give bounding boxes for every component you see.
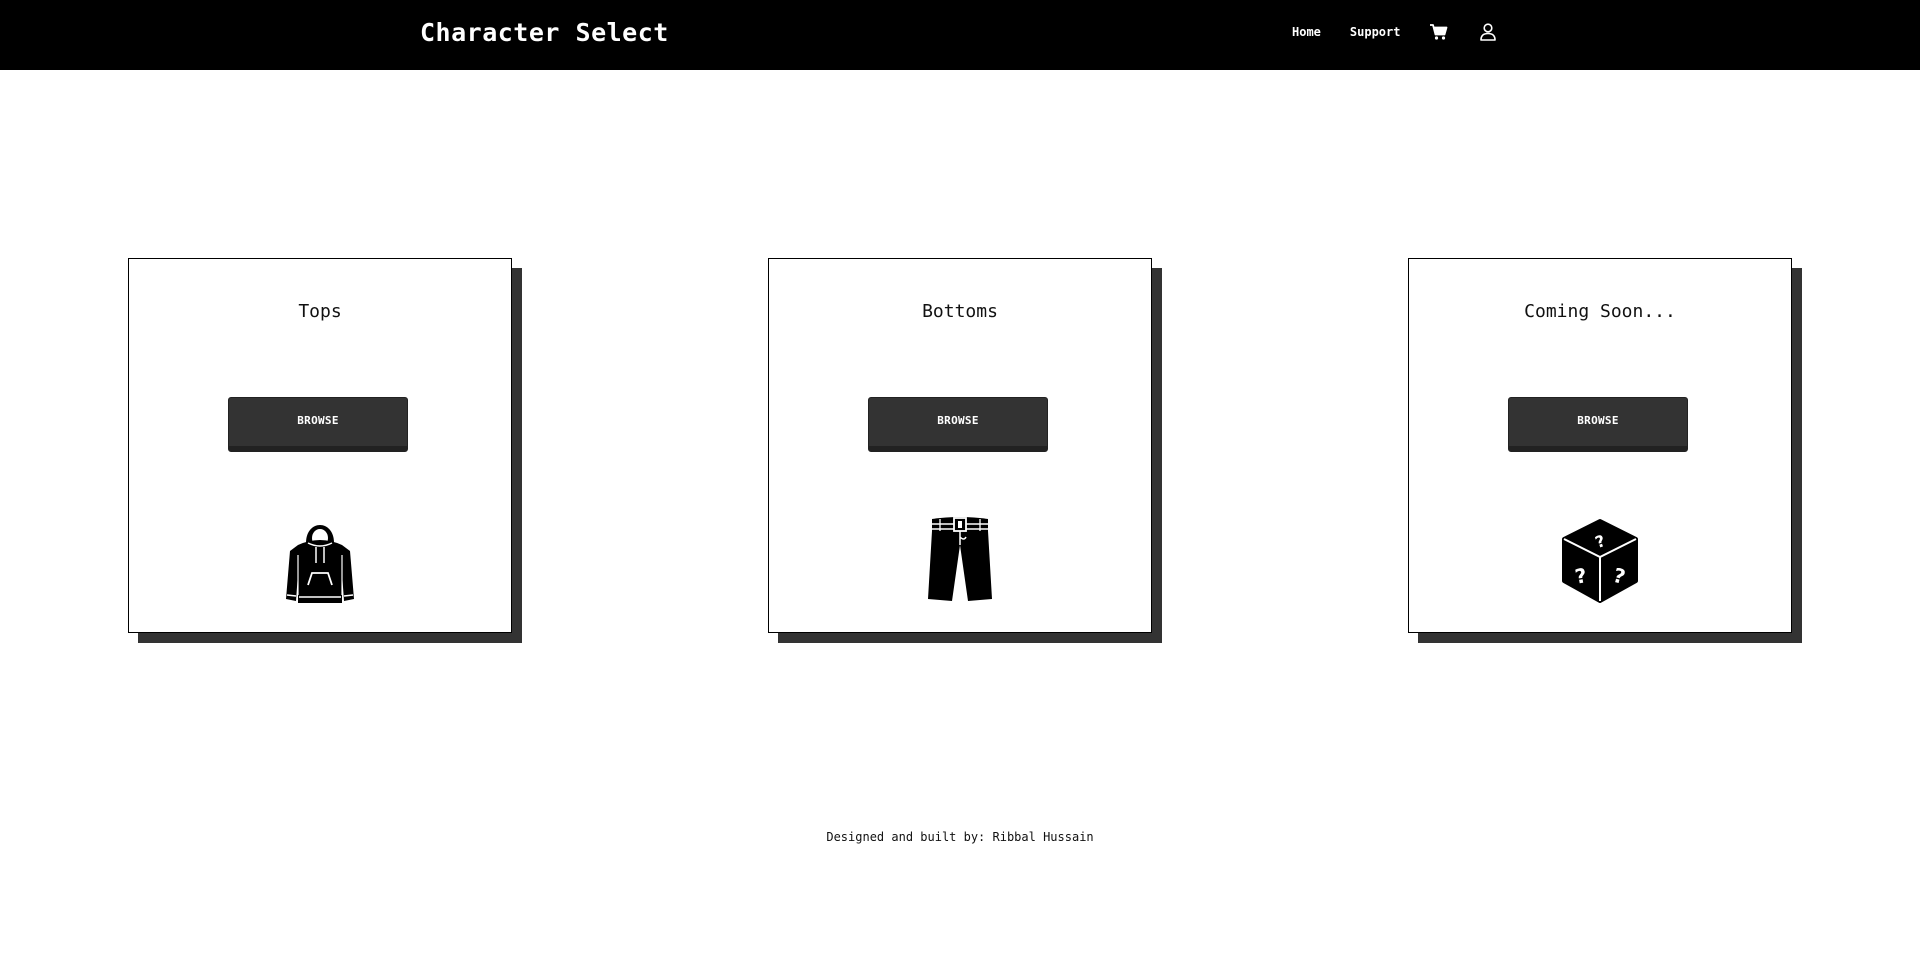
nav-link-support[interactable]: Support: [1350, 25, 1401, 39]
nav-link-home[interactable]: Home: [1292, 25, 1321, 39]
pants-icon: [910, 507, 1010, 607]
category-card-tops: Tops BROWSE: [128, 258, 522, 643]
category-card-bottoms: Bottoms BROWSE: [768, 258, 1162, 643]
card-body: Bottoms BROWSE: [768, 258, 1152, 633]
footer-credit: Designed and built by: Ribbal Hussain: [826, 830, 1094, 844]
browse-coming-soon-button[interactable]: BROWSE: [1508, 397, 1688, 452]
browse-bottoms-button[interactable]: BROWSE: [868, 397, 1048, 452]
mystery-box-icon: ? ? ?: [1550, 507, 1650, 607]
card-title: Bottoms: [922, 301, 998, 322]
card-title: Coming Soon...: [1524, 301, 1676, 322]
brand-title[interactable]: Character Select: [420, 18, 669, 47]
card-body: Coming Soon... BROWSE ? ? ?: [1408, 258, 1792, 633]
nav-links: Home Support: [1292, 22, 1498, 42]
cart-icon[interactable]: [1429, 22, 1449, 42]
top-navbar: Character Select Home Support: [0, 0, 1920, 70]
user-icon[interactable]: [1478, 22, 1498, 42]
hoodie-icon: [270, 507, 370, 607]
card-body: Tops BROWSE: [128, 258, 512, 633]
browse-tops-button[interactable]: BROWSE: [228, 397, 408, 452]
category-card-coming-soon: Coming Soon... BROWSE ? ? ?: [1408, 258, 1802, 643]
card-title: Tops: [298, 301, 342, 322]
